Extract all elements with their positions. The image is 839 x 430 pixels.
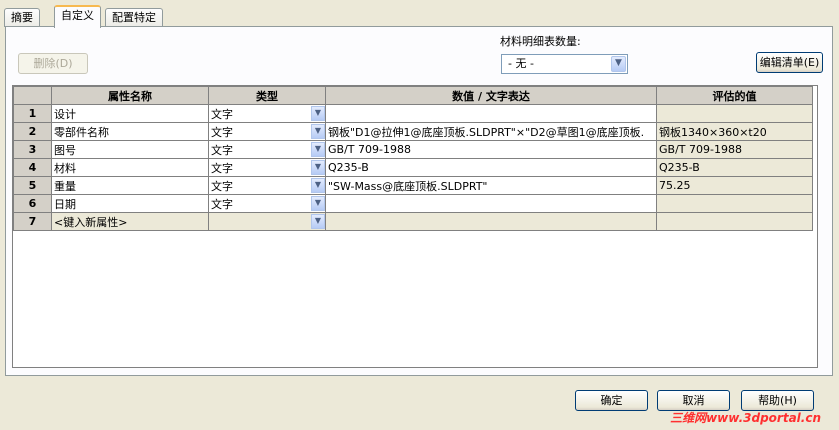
type-select[interactable]: 文字 ▼ (208, 176, 326, 195)
tab-config-specific[interactable]: 配置特定 (105, 8, 163, 27)
chevron-down-icon[interactable]: ▼ (311, 214, 325, 229)
delete-button[interactable]: 删除(D) (18, 53, 88, 74)
table-row: 1 设计 文字 ▼ (13, 104, 813, 123)
column-header-value[interactable]: 数值 / 文字表达 (325, 86, 657, 105)
evaluated-cell: 钢板1340×360×t20 (656, 122, 813, 141)
value-cell[interactable]: "SW-Mass@底座顶板.SLDPRT" (325, 176, 657, 195)
evaluated-cell (656, 104, 813, 123)
type-value: 文字 (211, 143, 233, 157)
row-number[interactable]: 2 (13, 122, 52, 141)
row-number[interactable]: 7 (13, 212, 52, 231)
table-row: 2 零部件名称 文字 ▼ 钢板"D1@拉伸1@底座顶板.SLDPRT"×"D2@草… (13, 122, 813, 141)
table-row: 7 <键入新属性> ▼ (13, 212, 813, 231)
row-number[interactable]: 1 (13, 104, 52, 123)
properties-grid: 属性名称 类型 数值 / 文字表达 评估的值 1 设计 文字 ▼ 2 零部件名称 (12, 85, 818, 368)
value-cell[interactable] (325, 212, 657, 231)
watermark: 三维网www.3dportal.cn (670, 411, 821, 425)
new-property-cell[interactable]: <键入新属性> (51, 212, 209, 231)
property-name-cell[interactable]: 重量 (51, 176, 209, 195)
property-name-cell[interactable]: 零部件名称 (51, 122, 209, 141)
bom-quantity-label: 材料明细表数量: (500, 35, 581, 48)
custom-properties-panel: 删除(D) 材料明细表数量: - 无 - ▼ 编辑清单(E) 属性名称 类型 数… (5, 26, 833, 376)
column-header-type[interactable]: 类型 (208, 86, 326, 105)
table-row: 4 材料 文字 ▼ Q235-B Q235-B (13, 158, 813, 177)
evaluated-cell (656, 194, 813, 213)
bom-quantity-select[interactable]: - 无 - ▼ (501, 54, 628, 74)
type-select[interactable]: 文字 ▼ (208, 122, 326, 141)
type-select[interactable]: 文字 ▼ (208, 140, 326, 159)
type-value: 文字 (211, 107, 233, 121)
tab-custom[interactable]: 自定义 (54, 5, 101, 28)
corner-header (13, 86, 52, 105)
chevron-down-icon[interactable]: ▼ (311, 178, 325, 193)
property-name-cell[interactable]: 图号 (51, 140, 209, 159)
type-value: 文字 (211, 197, 233, 211)
chevron-down-icon[interactable]: ▼ (311, 160, 325, 175)
help-button[interactable]: 帮助(H) (741, 390, 814, 411)
type-value: 文字 (211, 161, 233, 175)
chevron-down-icon[interactable]: ▼ (311, 124, 325, 139)
property-name-cell[interactable]: 材料 (51, 158, 209, 177)
value-cell[interactable]: Q235-B (325, 158, 657, 177)
value-cell[interactable]: GB/T 709-1988 (325, 140, 657, 159)
row-number[interactable]: 4 (13, 158, 52, 177)
table-row: 6 日期 文字 ▼ (13, 194, 813, 213)
type-select[interactable]: ▼ (208, 212, 326, 231)
column-header-name[interactable]: 属性名称 (51, 86, 209, 105)
property-name-cell[interactable]: 设计 (51, 104, 209, 123)
row-number[interactable]: 6 (13, 194, 52, 213)
property-name-cell[interactable]: 日期 (51, 194, 209, 213)
value-cell[interactable]: 钢板"D1@拉伸1@底座顶板.SLDPRT"×"D2@草图1@底座顶板. (325, 122, 657, 141)
value-cell[interactable] (325, 104, 657, 123)
evaluated-cell: GB/T 709-1988 (656, 140, 813, 159)
type-value: 文字 (211, 179, 233, 193)
row-number[interactable]: 3 (13, 140, 52, 159)
edit-list-button[interactable]: 编辑清单(E) (756, 52, 823, 73)
value-cell[interactable] (325, 194, 657, 213)
chevron-down-icon[interactable]: ▼ (311, 106, 325, 121)
type-select[interactable]: 文字 ▼ (208, 194, 326, 213)
tab-summary[interactable]: 摘要 (4, 8, 40, 27)
evaluated-cell: 75.25 (656, 176, 813, 195)
type-select[interactable]: 文字 ▼ (208, 104, 326, 123)
table-row: 5 重量 文字 ▼ "SW-Mass@底座顶板.SLDPRT" 75.25 (13, 176, 813, 195)
chevron-down-icon[interactable]: ▼ (311, 142, 325, 157)
bom-quantity-value: - 无 - (508, 57, 534, 70)
column-header-evaluated[interactable]: 评估的值 (656, 86, 813, 105)
ok-button[interactable]: 确定 (575, 390, 648, 411)
evaluated-cell (656, 212, 813, 231)
chevron-down-icon[interactable]: ▼ (611, 56, 626, 72)
type-select[interactable]: 文字 ▼ (208, 158, 326, 177)
table-row: 3 图号 文字 ▼ GB/T 709-1988 GB/T 709-1988 (13, 140, 813, 159)
evaluated-cell: Q235-B (656, 158, 813, 177)
type-value: 文字 (211, 125, 233, 139)
chevron-down-icon[interactable]: ▼ (311, 196, 325, 211)
cancel-button[interactable]: 取消 (657, 390, 730, 411)
row-number[interactable]: 5 (13, 176, 52, 195)
grid-header-row: 属性名称 类型 数值 / 文字表达 评估的值 (13, 86, 813, 105)
